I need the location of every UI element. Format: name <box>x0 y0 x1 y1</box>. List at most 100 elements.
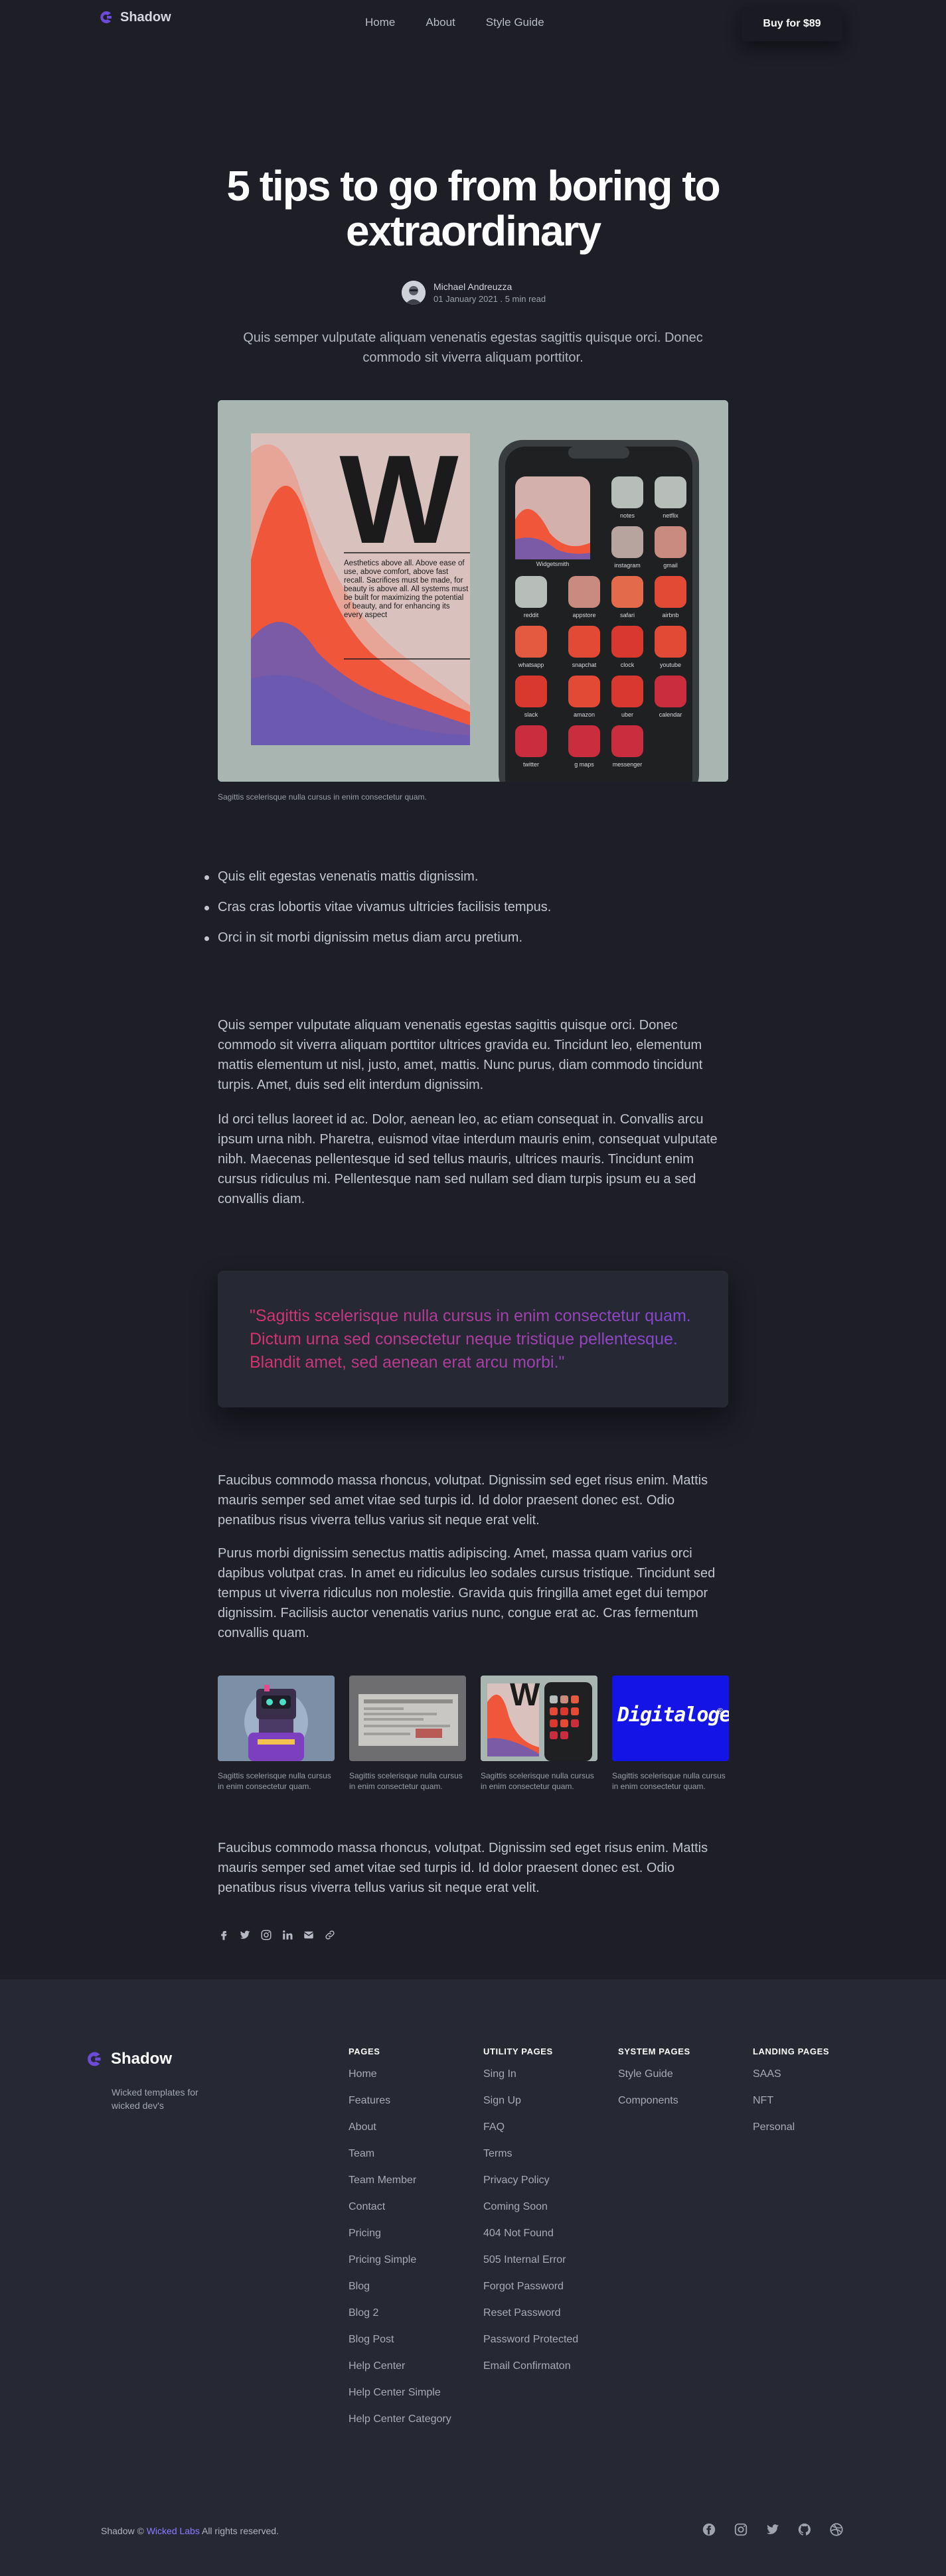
site-header: Shadow Home About Style Guide Buy for $8… <box>0 0 946 46</box>
phone-app-tile <box>515 676 547 707</box>
phone-app-tile <box>611 676 643 707</box>
phone-app-label: g maps <box>574 761 594 768</box>
phone-app-label: uber <box>621 711 633 718</box>
buy-button[interactable]: Buy for $89 <box>742 7 842 41</box>
footer-link[interactable]: FAQ <box>483 2121 578 2148</box>
nav-style-guide[interactable]: Style Guide <box>486 16 544 29</box>
footer-column-heading: UTILITY PAGES <box>483 2046 553 2056</box>
gallery-item[interactable]: Sagittis scelerisque nulla cursus in eni… <box>349 1676 466 1792</box>
phone-app-label: gmail <box>663 562 678 569</box>
footer-link[interactable]: Sign Up <box>483 2095 578 2121</box>
dribbble-icon[interactable] <box>829 2522 844 2537</box>
phone-app-tile <box>515 725 547 757</box>
phone-app-label: amazon <box>573 711 595 718</box>
footer-brand[interactable]: Shadow <box>84 2050 172 2068</box>
gallery-image-poster: W <box>481 1676 597 1761</box>
phone-app-label: messenger <box>612 761 643 768</box>
footer-link[interactable]: 404 Not Found <box>483 2228 578 2254</box>
footer-link[interactable]: Reset Password <box>483 2307 578 2334</box>
twitter-icon[interactable] <box>239 1929 251 1941</box>
github-icon[interactable] <box>797 2522 812 2537</box>
footer-social-links <box>702 2522 844 2537</box>
footer-link[interactable]: Terms <box>483 2148 578 2175</box>
footer-column-heading: LANDING PAGES <box>753 2046 830 2056</box>
footer-link[interactable]: Password Protected <box>483 2334 578 2360</box>
footer-link[interactable]: NFT <box>753 2095 829 2121</box>
footer-link[interactable]: About <box>349 2121 451 2148</box>
shadow-logo-icon <box>88 2052 101 2066</box>
footer-link[interactable]: Coming Soon <box>483 2201 578 2228</box>
phone-app-tile <box>655 626 686 658</box>
link-icon[interactable] <box>324 1929 336 1941</box>
hero-caption: Sagittis scelerisque nulla cursus in eni… <box>218 792 427 802</box>
phone-app-tile <box>611 476 643 508</box>
author-meta: 01 January 2021 . 5 min read <box>434 294 546 304</box>
phone-app-label: Widgetsmith <box>536 561 570 567</box>
instagram-icon[interactable] <box>734 2522 748 2537</box>
footer-link[interactable]: Help Center Category <box>349 2413 451 2440</box>
copyright-link[interactable]: Wicked Labs <box>147 2526 200 2536</box>
phone-app-label: twitter <box>522 761 539 768</box>
phone-app-label: safari <box>619 612 635 618</box>
nav-home[interactable]: Home <box>365 16 395 29</box>
main-nav: Home About Style Guide <box>365 16 544 29</box>
nav-about[interactable]: About <box>426 16 455 29</box>
mail-icon[interactable] <box>303 1929 315 1941</box>
footer-column-pages: PAGES Home Features About Team Team Member Co… <box>349 2046 451 2440</box>
footer-link[interactable]: Forgot Password <box>483 2281 578 2307</box>
footer-link[interactable]: Blog 2 <box>349 2307 451 2334</box>
twitter-icon[interactable] <box>765 2522 780 2537</box>
phone-app-label: youtube <box>659 662 682 668</box>
instagram-icon[interactable] <box>260 1929 272 1941</box>
copyright: Shadow © Wicked Labs All rights reserved… <box>101 2526 279 2536</box>
paragraph-5: Faucibus commodo massa rhoncus, volutpat… <box>218 1841 708 1895</box>
footer-link[interactable]: Personal <box>753 2121 829 2148</box>
footer-link[interactable]: Style Guide <box>618 2068 690 2095</box>
avatar <box>402 281 426 305</box>
phone-app-tile <box>611 526 643 558</box>
shadow-logo-icon <box>100 11 112 23</box>
footer-link[interactable]: Pricing <box>349 2228 451 2254</box>
gallery-item[interactable]: W Sagittis scelerisque nulla cursus in e… <box>481 1676 597 1792</box>
footer-link[interactable]: Team Member <box>349 2175 451 2201</box>
footer-link[interactable]: Team <box>349 2148 451 2175</box>
footer-link[interactable]: Features <box>349 2095 451 2121</box>
paragraph-1: Quis semper vulputate aliquam venenatis … <box>218 1018 703 1092</box>
facebook-icon[interactable] <box>702 2522 716 2537</box>
footer-link[interactable]: Home <box>349 2068 451 2095</box>
footer-link[interactable]: Contact <box>349 2201 451 2228</box>
footer-link[interactable]: Help Center Simple <box>349 2387 451 2413</box>
registered-icon: ® <box>717 1706 724 1716</box>
article-lead: Quis semper vulputate aliquam venenatis … <box>243 330 703 365</box>
footer-link[interactable]: 505 Internal Error <box>483 2254 578 2281</box>
phone-app-tile <box>655 676 686 707</box>
footer-link[interactable]: Help Center <box>349 2360 451 2387</box>
brand-logo[interactable]: Shadow <box>98 9 171 25</box>
gallery-item[interactable]: Sagittis scelerisque nulla cursus in eni… <box>218 1676 335 1792</box>
footer-link[interactable]: Sing In <box>483 2068 578 2095</box>
footer-link[interactable]: Pricing Simple <box>349 2254 451 2281</box>
phone-app-label: netflix <box>663 512 678 519</box>
image-gallery: Sagittis scelerisque nulla cursus in eni… <box>218 1676 729 1792</box>
blockquote-text: "Sagittis scelerisque nulla cursus in en… <box>250 1305 701 1374</box>
phone-app-tile <box>568 725 600 757</box>
linkedin-icon[interactable] <box>281 1929 293 1941</box>
list-item: Cras cras lobortis vitae vivamus ultrici… <box>202 900 551 930</box>
phone-app-label: snapchat <box>572 662 597 668</box>
footer-link[interactable]: SAAS <box>753 2068 829 2095</box>
footer-link[interactable]: Blog Post <box>349 2334 451 2360</box>
footer-tagline: Wicked templates for wicked dev's <box>112 2087 198 2111</box>
gallery-image-logo: Digitaloge ® <box>612 1676 729 1761</box>
phone-app-label: slack <box>524 711 538 718</box>
facebook-icon[interactable] <box>218 1929 230 1941</box>
hero-image: W Aesthetics above all. Above ease of us… <box>218 400 728 782</box>
footer-link[interactable]: Components <box>618 2095 690 2121</box>
phone-app-label: appstore <box>572 612 596 618</box>
footer-link[interactable]: Blog <box>349 2281 451 2307</box>
gallery-item[interactable]: Digitaloge ® Sagittis scelerisque nulla … <box>612 1676 729 1792</box>
footer-link[interactable]: Email Confirmaton <box>483 2360 578 2387</box>
gallery-image-robot <box>218 1676 335 1761</box>
author-block: Michael Andreuzza 01 January 2021 . 5 mi… <box>402 281 546 305</box>
phone-app-tile <box>611 626 643 658</box>
footer-link[interactable]: Privacy Policy <box>483 2175 578 2201</box>
